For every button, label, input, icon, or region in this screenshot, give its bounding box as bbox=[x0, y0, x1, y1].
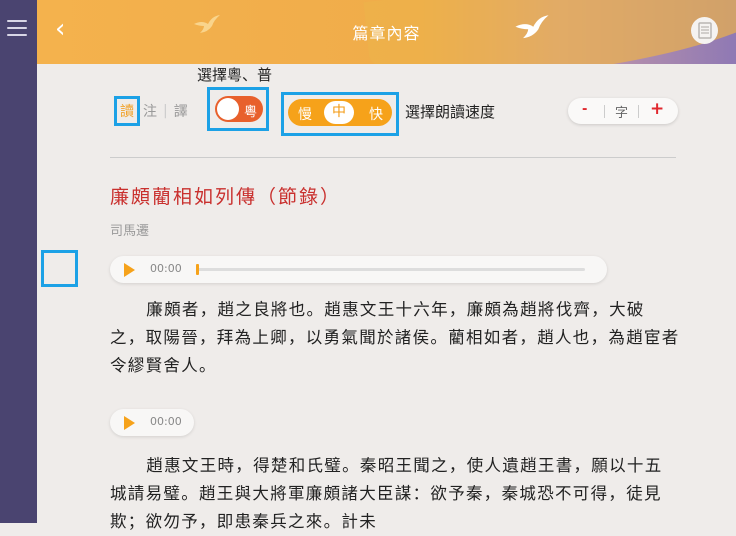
author-name: 司馬遷 bbox=[110, 224, 150, 239]
progress-bar[interactable] bbox=[196, 264, 585, 275]
separator: | bbox=[163, 103, 168, 119]
font-increase-button[interactable]: + bbox=[650, 99, 664, 119]
language-toggle-highlight: 粵 bbox=[207, 87, 269, 131]
paragraph-1: 廉頗者，趙之良將也。趙惠文王十六年，廉頗為趙將伐齊，大破之，取陽晉，拜為上卿，以… bbox=[110, 300, 680, 375]
document-button[interactable] bbox=[691, 17, 718, 44]
font-size-label: 字 bbox=[615, 106, 629, 121]
speed-control[interactable]: 慢 中 快 bbox=[288, 99, 392, 126]
content-area: 選擇粵、普 讀 注 | 譯 粵 慢 中 快 選擇朗讀速度 - 字 + 廉頗藺相如… bbox=[37, 64, 736, 531]
play-button-highlight bbox=[41, 250, 78, 287]
tab-annotation[interactable]: 注 bbox=[140, 99, 160, 123]
font-size-control: - 字 + bbox=[568, 98, 678, 124]
time-label: 00:00 bbox=[150, 262, 182, 275]
chapter-title: 廉頗藺相如列傳（節錄） bbox=[110, 186, 342, 208]
audio-player-paragraph-2: 00:00 bbox=[110, 409, 194, 436]
speed-label: 選擇朗讀速度 bbox=[405, 103, 496, 121]
toggle-knob bbox=[217, 98, 239, 120]
language-toggle[interactable]: 粵 bbox=[215, 96, 263, 122]
paragraph-2: 趙惠文王時，得楚和氏璧。秦昭王聞之，使人遺趙王書，願以十五城請易璧。趙王與大將軍… bbox=[110, 456, 663, 531]
play-icon[interactable] bbox=[124, 263, 135, 277]
speed-medium[interactable]: 中 bbox=[324, 101, 354, 124]
time-label: 00:00 bbox=[150, 415, 182, 428]
hamburger-menu-icon[interactable] bbox=[7, 20, 27, 36]
mode-tabs: 讀 注 | 譯 bbox=[114, 96, 191, 126]
bird-logo-icon bbox=[515, 15, 549, 39]
header-bar: ‹ 篇章內容 bbox=[37, 0, 736, 64]
divider bbox=[604, 105, 605, 118]
speed-slow[interactable]: 慢 bbox=[298, 104, 312, 124]
page-title: 篇章內容 bbox=[352, 24, 421, 43]
divider bbox=[638, 105, 639, 118]
section-divider bbox=[110, 157, 676, 158]
tab-read[interactable]: 讀 bbox=[114, 96, 140, 126]
speed-control-highlight: 慢 中 快 bbox=[281, 92, 399, 136]
audio-player: 00:00 bbox=[110, 256, 607, 283]
language-value: 粵 bbox=[243, 105, 257, 120]
font-decrease-button[interactable]: - bbox=[582, 102, 587, 117]
document-icon bbox=[698, 22, 712, 39]
play-icon[interactable] bbox=[124, 416, 135, 430]
language-select-label: 選擇粵、普 bbox=[197, 66, 273, 84]
tab-translation[interactable]: 譯 bbox=[171, 99, 191, 123]
progress-handle[interactable] bbox=[196, 264, 199, 275]
speed-fast[interactable]: 快 bbox=[369, 104, 383, 124]
sidebar bbox=[0, 0, 37, 523]
